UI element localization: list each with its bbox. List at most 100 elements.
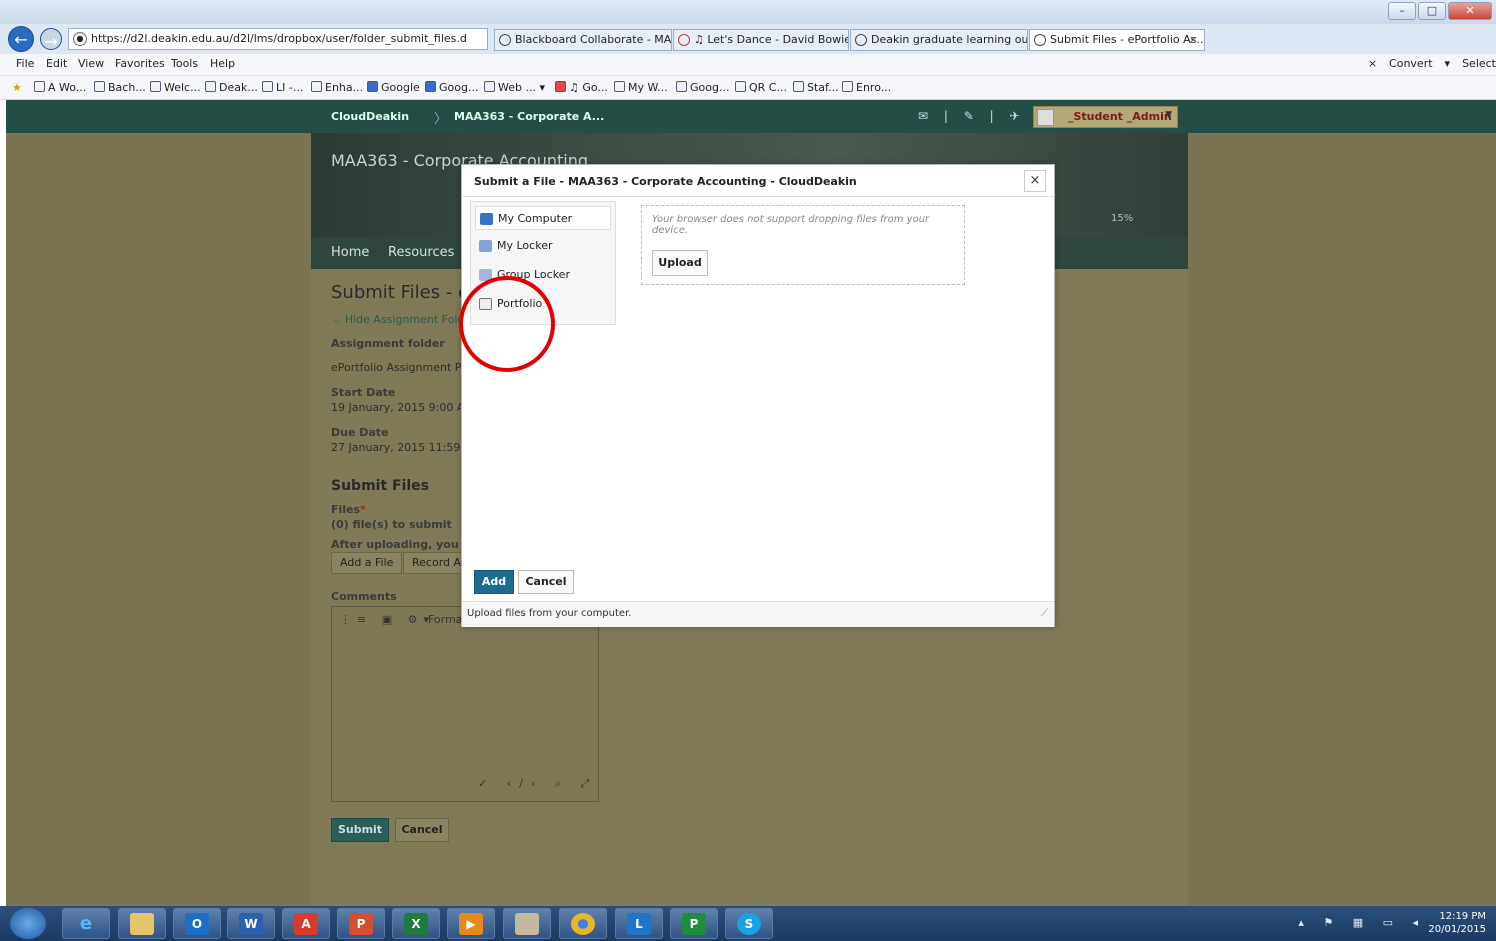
course-selector[interactable]: MAA363 - Corporate A... [454,110,604,123]
fav-item[interactable]: LI -... [262,81,303,94]
source-my-locker[interactable]: My Locker [475,234,611,258]
back-button[interactable]: ← [8,26,34,52]
assignment-folder-value: ePortfolio Assignment Part [331,361,477,374]
tab-blackboard[interactable]: Blackboard Collaborate - MAA... [494,29,672,51]
notification-icons[interactable]: ✉ | ✎ | ✈ [918,109,1026,123]
favorites-star-icon[interactable]: ★ [12,81,22,94]
brand-link[interactable]: CloudDeakin [331,110,409,123]
editor-footer-icons[interactable]: ✓ ‹/› ⌕ ⤢ [478,777,597,791]
tab-close-icon[interactable]: × [1189,30,1198,50]
start-date-value: 19 January, 2015 9:00 AM [331,401,474,414]
tab-submit-files[interactable]: Submit Files - ePortfolio As... × [1029,29,1205,51]
taskbar-skype[interactable]: S [725,908,773,939]
tab-favicon-icon [1034,34,1046,46]
taskbar-ie[interactable]: e [62,908,110,939]
taskbar-paint[interactable] [503,908,551,939]
start-button[interactable] [10,908,46,939]
fav-item[interactable]: Welc... [150,81,201,94]
fav-icon [367,81,378,92]
menu-help[interactable]: Help [210,57,235,70]
locker-icon [479,240,492,252]
publisher-icon: P [682,913,706,935]
resize-handle-icon[interactable]: ⟋ [1041,608,1048,619]
comments-editor[interactable]: ⋮≡ ▣ ⚙▾ Forma ✓ ‹/› ⌕ ⤢ [331,606,599,802]
dialog-status: Upload files from your computer. [462,601,1054,627]
fav-item[interactable]: Deak... [205,81,258,94]
address-bar[interactable]: ● https://d2l.deakin.edu.au/d2l/lms/drop… [68,28,488,50]
powerpoint-icon: P [349,913,373,935]
excel-icon: X [404,913,428,935]
taskbar-outlook[interactable]: O [173,908,221,939]
window-controls: – □ ✕ [1388,2,1492,20]
editor-toolbar-icons[interactable]: ⋮≡ ▣ ⚙▾ [340,613,435,626]
drop-zone[interactable]: Your browser does not support dropping f… [641,205,965,285]
tab-deakin-graduate[interactable]: Deakin graduate learning outc... [850,29,1028,51]
taskbar-acrobat[interactable]: A [282,908,330,939]
address-text: https://d2l.deakin.edu.au/d2l/lms/dropbo… [91,32,467,45]
taskbar-lync[interactable]: L [615,908,663,939]
word-icon: W [239,913,263,935]
user-menu[interactable]: _Student _Admin ▼ [1033,106,1178,128]
add-file-button[interactable]: Add a File [331,552,403,574]
taskbar: e O W A P X ▶ L P S ▴ ⚑ ▦ ▭ ◂ 12:19 PM 2… [0,906,1496,941]
source-my-computer[interactable]: My Computer [475,206,611,230]
tab-lets-dance[interactable]: ♫ Let's Dance - David Bowie f... [673,29,849,51]
menu-view[interactable]: View [78,57,104,70]
fav-item[interactable]: Goog... [676,81,729,94]
close-icon[interactable]: × [1024,170,1046,192]
clock[interactable]: 12:19 PM 20/01/2015 [1428,910,1486,936]
close-window-button[interactable]: ✕ [1448,2,1492,20]
taskbar-publisher[interactable]: P [670,908,718,939]
fav-item[interactable]: Google [367,81,420,94]
taskbar-chrome[interactable] [559,908,607,939]
taskbar-excel[interactable]: X [392,908,440,939]
acrobat-icon: A [294,913,318,935]
upload-button[interactable]: Upload [652,250,708,276]
cancel-button[interactable]: Cancel [395,818,449,842]
minimize-button[interactable]: – [1388,2,1416,20]
menu-favorites[interactable]: Favorites [115,57,165,70]
fav-item[interactable]: Goog... [425,81,478,94]
fav-item[interactable]: QR C... [735,81,787,94]
hide-folder-link[interactable]: ⌵ Hide Assignment Fold [333,313,464,327]
taskbar-explorer[interactable] [118,908,166,939]
fav-item[interactable]: Bach... [94,81,146,94]
close-toolbar-icon[interactable]: × [1368,57,1377,70]
menu-edit[interactable]: Edit [46,57,67,70]
fav-icon [484,81,495,92]
format-dropdown[interactable]: Forma [428,613,462,626]
tab-label: Submit Files - ePortfolio As... [1050,33,1205,46]
menu-tools[interactable]: Tools [171,57,198,70]
tray-icons[interactable]: ▴ ⚑ ▦ ▭ ◂ [1298,916,1426,929]
maximize-button[interactable]: □ [1418,2,1446,20]
drop-message: Your browser does not support dropping f… [652,214,930,236]
convert-button[interactable]: Convert [1389,57,1433,70]
convert-dropdown-icon[interactable]: ▾ [1445,57,1451,70]
browser-navbar: ← → ● https://d2l.deakin.edu.au/d2l/lms/… [0,24,1496,54]
paint-icon [515,913,539,935]
taskbar-powerpoint[interactable]: P [337,908,385,939]
fav-item[interactable]: Web ... ▾ [484,81,545,94]
fav-item[interactable]: Enha... [311,81,363,94]
forward-button[interactable]: → [40,28,62,51]
fav-item[interactable]: Enro... [842,81,891,94]
site-icon: ● [73,32,87,46]
fav-item[interactable]: Staf... [793,81,839,94]
add-button[interactable]: Add [474,570,514,594]
fav-item[interactable]: My W... [614,81,668,94]
taskbar-media[interactable]: ▶ [447,908,495,939]
fav-icon [425,81,436,92]
submit-button[interactable]: Submit [331,818,389,842]
tab-favicon-icon [678,34,690,46]
media-icon: ▶ [459,913,483,935]
taskbar-word[interactable]: W [227,908,275,939]
menu-file[interactable]: File [16,57,34,70]
favorites-bar: ★ A Wo... Bach... Welc... Deak... LI -..… [0,76,1496,100]
fav-item[interactable]: ♫ Go... [555,81,608,94]
fav-icon [311,81,322,92]
fav-item[interactable]: A Wo... [34,81,86,94]
dialog-cancel-button[interactable]: Cancel [518,570,574,594]
nav-resources[interactable]: Resources [388,245,454,260]
nav-home[interactable]: Home [331,245,369,260]
select-button[interactable]: Select [1462,57,1496,70]
